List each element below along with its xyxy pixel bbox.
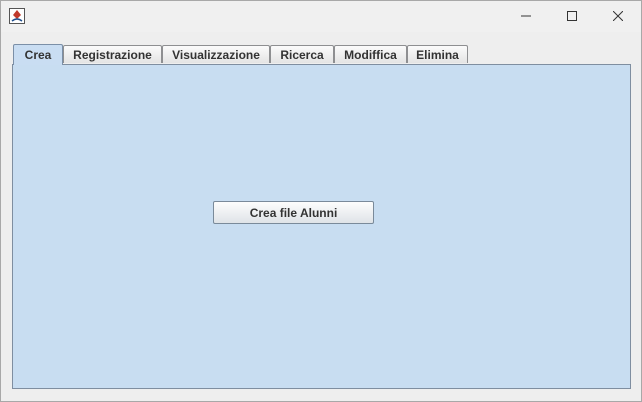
tab-visualizzazione[interactable]: Visualizzazione [162,45,270,63]
title-bar[interactable] [1,1,641,32]
button-label: Crea file Alunni [249,205,338,220]
tab-elimina[interactable]: Elimina [407,45,468,63]
tab-label: Elimina [416,47,459,62]
tab-label: Ricerca [280,47,324,62]
tab-modifica[interactable]: Modifficа [334,45,407,63]
tab-crea[interactable]: Crea [13,44,63,65]
java-icon [9,8,25,24]
app-window: Crea Registrazione Visualizzazione Ricer… [0,0,642,402]
tab-content-panel: Crea file Alunni [12,64,631,389]
maximize-button[interactable] [549,1,595,32]
minimize-icon [521,8,531,26]
tab-label: Registrazione [73,47,152,62]
minimize-button[interactable] [503,1,549,32]
tab-ricerca[interactable]: Ricerca [270,45,334,63]
close-icon [612,8,624,26]
tab-label: Modifficа [344,47,397,62]
tab-label: Visualizzazione [172,47,260,62]
close-button[interactable] [595,1,641,32]
maximize-icon [567,8,577,26]
create-file-button[interactable]: Crea file Alunni [213,201,374,224]
tab-label: Crea [24,48,52,62]
tab-registrazione[interactable]: Registrazione [63,45,162,63]
